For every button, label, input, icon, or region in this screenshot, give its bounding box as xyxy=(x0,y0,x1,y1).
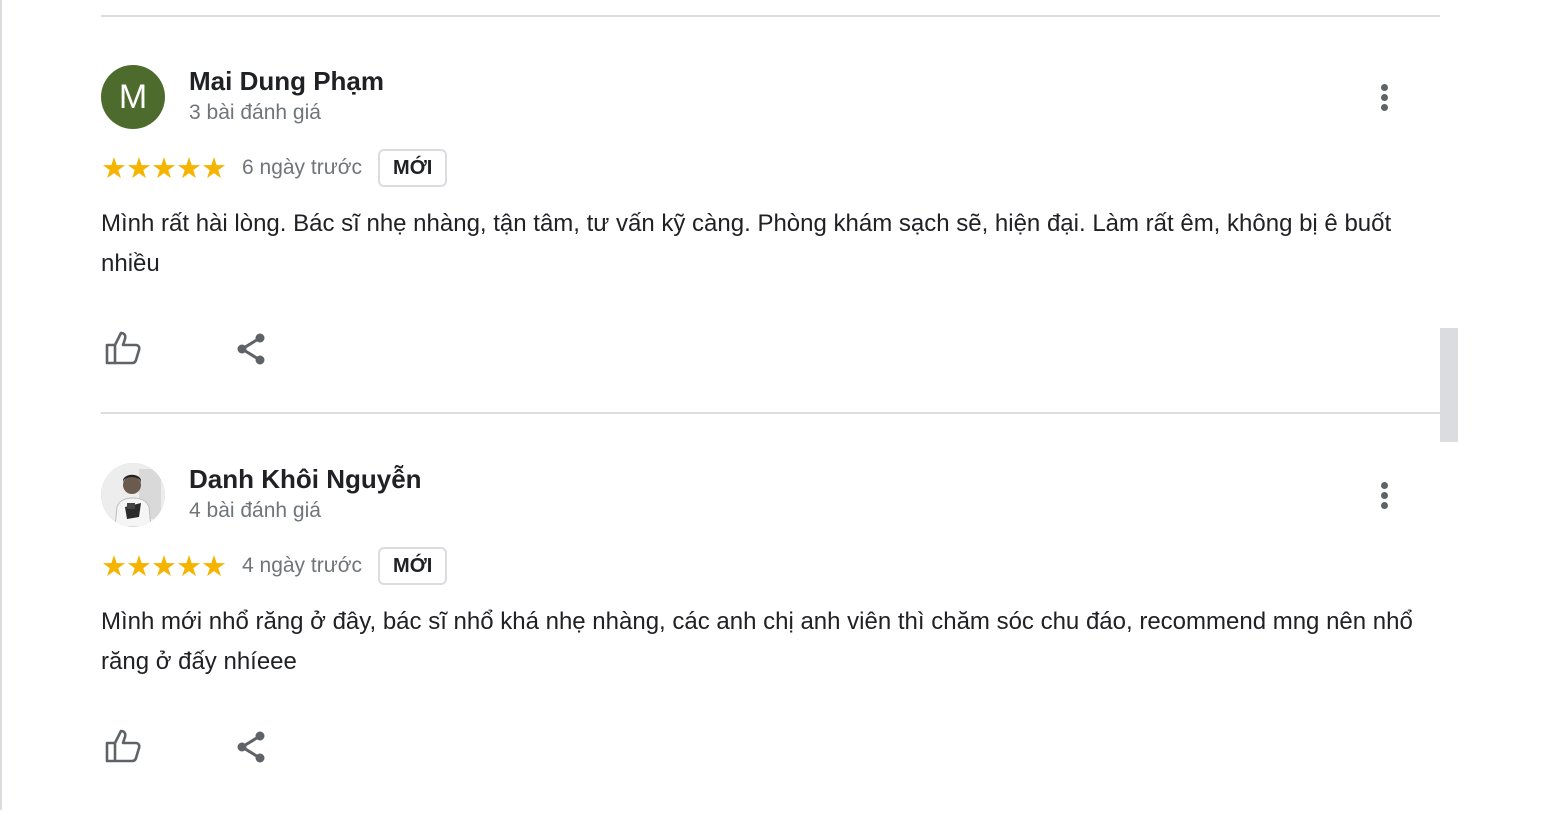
share-icon xyxy=(237,731,265,763)
author-name[interactable]: Mai Dung Phạm xyxy=(189,66,384,97)
like-button[interactable] xyxy=(101,725,145,769)
review-actions xyxy=(101,725,273,769)
like-button[interactable] xyxy=(101,327,145,371)
profile-photo-icon xyxy=(101,463,165,527)
scrollbar-thumb[interactable] xyxy=(1440,328,1458,442)
more-options-button[interactable] xyxy=(1369,475,1399,515)
more-vert-icon xyxy=(1380,83,1388,91)
rating-stars: ★★★★★ xyxy=(101,550,227,583)
review-divider xyxy=(101,15,1440,17)
new-badge: MỚI xyxy=(378,149,448,187)
author-avatar[interactable] xyxy=(101,463,165,527)
author-name[interactable]: Danh Khôi Nguyễn xyxy=(189,464,422,495)
share-button[interactable] xyxy=(229,327,273,371)
review-actions xyxy=(101,327,273,371)
new-badge: MỚI xyxy=(378,547,448,585)
thumb-up-icon xyxy=(105,331,141,365)
more-options-button[interactable] xyxy=(1369,77,1399,117)
thumb-up-icon xyxy=(105,729,141,763)
review-text: Mình mới nhổ răng ở đây, bác sĩ nhổ khá … xyxy=(101,608,1413,675)
author-review-count: 4 bài đánh giá xyxy=(189,499,321,522)
share-button[interactable] xyxy=(229,725,273,769)
review-date: 6 ngày trước xyxy=(242,156,363,179)
author-review-count: 3 bài đánh giá xyxy=(189,101,321,124)
more-vert-icon xyxy=(1380,481,1388,489)
review-date: 4 ngày trước xyxy=(242,554,363,577)
review-text: Mình rất hài lòng. Bác sĩ nhẹ nhàng, tận… xyxy=(101,210,1392,277)
review-meta: ★★★★★ 6 ngày trước MỚI xyxy=(101,147,448,189)
panel-left-border xyxy=(0,0,2,810)
rating-stars: ★★★★★ xyxy=(101,152,227,185)
review-meta: ★★★★★ 4 ngày trước MỚI xyxy=(101,545,448,587)
author-avatar[interactable]: M xyxy=(101,65,165,129)
share-icon xyxy=(237,333,265,365)
review-card: M Mai Dung Phạm 3 bài đánh giá ★★★★★ 6 n… xyxy=(101,65,1441,435)
review-card: Danh Khôi Nguyễn 4 bài đánh giá ★★★★★ 4 … xyxy=(101,463,1441,833)
review-divider xyxy=(101,412,1440,414)
